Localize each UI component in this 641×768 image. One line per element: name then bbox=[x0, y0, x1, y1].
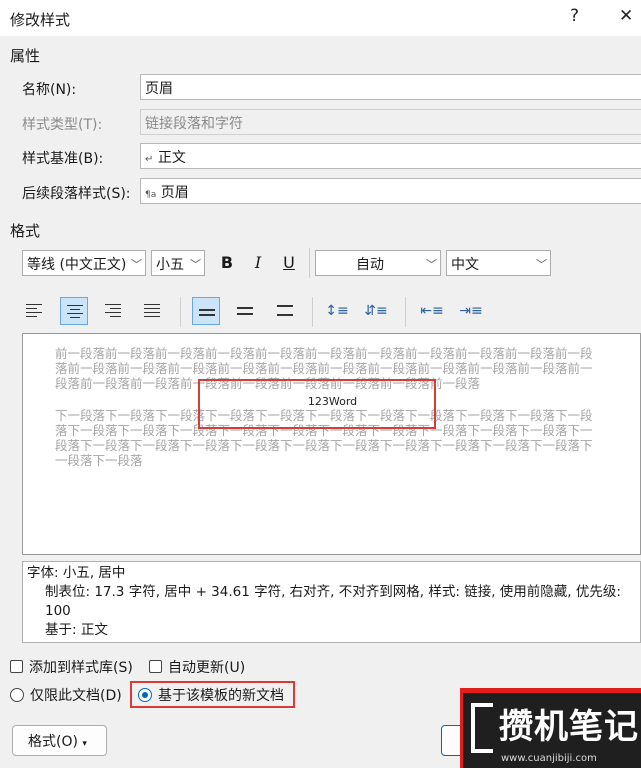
this-document-only-label: 仅限此文档(D) bbox=[30, 688, 122, 704]
next-style-value: 页眉 bbox=[160, 185, 189, 201]
style-preview: 前一段落前一段落前一段落前一段落前一段落前一段落前一段落前一段落前一段落前一段落… bbox=[22, 333, 641, 555]
decrease-spacing-button[interactable]: ⇵≡ bbox=[362, 297, 390, 325]
justify-button[interactable] bbox=[138, 297, 166, 325]
decrease-spacing-icon: ⇵≡ bbox=[364, 303, 388, 319]
format-button-label: 格式(O) bbox=[28, 734, 78, 750]
justify-icon bbox=[144, 304, 160, 320]
toolbar-separator bbox=[405, 297, 406, 327]
chevron-down-icon: ﹀ bbox=[426, 258, 437, 271]
single-spacing-button[interactable] bbox=[192, 297, 220, 325]
dialog-title: 修改样式 bbox=[10, 11, 71, 29]
underline-button[interactable]: U bbox=[276, 250, 302, 276]
auto-update-checkbox[interactable] bbox=[149, 660, 162, 673]
description-line-font: 字体: 小五, 居中 bbox=[27, 565, 126, 581]
align-right-button[interactable] bbox=[99, 297, 127, 325]
toolbar-separator bbox=[309, 248, 310, 278]
caret-down-icon: ▾ bbox=[82, 739, 87, 749]
paragraph-style-icon: ↵ bbox=[145, 154, 154, 165]
style-based-label: 样式基准(B): bbox=[22, 151, 104, 167]
decrease-indent-icon: ⇤≡ bbox=[420, 303, 444, 319]
help-button[interactable]: ? bbox=[570, 6, 579, 26]
align-left-icon bbox=[26, 304, 42, 320]
properties-section-label: 属性 bbox=[10, 47, 41, 65]
color-value: 自动 bbox=[356, 257, 384, 273]
name-label: 名称(N): bbox=[22, 82, 77, 98]
watermark-bracket-icon bbox=[471, 703, 493, 753]
align-center-button[interactable] bbox=[60, 297, 88, 325]
increase-indent-button[interactable]: ⇥≡ bbox=[457, 297, 485, 325]
watermark-title: 攒机笔记 bbox=[499, 707, 639, 747]
chevron-down-icon: ﹀ bbox=[131, 258, 142, 271]
double-spacing-button[interactable] bbox=[271, 297, 299, 325]
one-half-spacing-button[interactable] bbox=[231, 297, 259, 325]
add-to-gallery-checkbox[interactable] bbox=[10, 660, 23, 673]
increase-indent-icon: ⇥≡ bbox=[459, 303, 483, 319]
next-style-select[interactable]: ¶a 页眉 ﹀ bbox=[140, 178, 641, 204]
linked-style-icon: ¶a bbox=[145, 190, 157, 200]
align-center-icon bbox=[67, 305, 83, 321]
watermark-url: www.cuanjibiji.com bbox=[501, 753, 597, 764]
style-description: 字体: 小五, 居中 制表位: 17.3 字符, 居中 + 34.61 字符, … bbox=[22, 561, 641, 643]
font-select[interactable]: 等线 (中文正文) ﹀ bbox=[22, 250, 146, 276]
single-spacing-icon bbox=[199, 309, 215, 319]
style-based-value: 正文 bbox=[157, 150, 186, 166]
title-bar bbox=[0, 0, 641, 36]
style-based-select[interactable]: ↵ 正文 ﹀ bbox=[140, 143, 641, 169]
new-docs-template-radio[interactable] bbox=[138, 688, 152, 702]
style-type-value: 链接段落和字符 bbox=[145, 116, 243, 132]
description-line-tabs: 制表位: 17.3 字符, 居中 + 34.61 字符, 右对齐, 不对齐到网格… bbox=[45, 584, 621, 619]
bold-button[interactable]: B bbox=[214, 250, 240, 276]
auto-update-label: 自动更新(U) bbox=[168, 660, 246, 676]
increase-spacing-icon: ↕≡ bbox=[325, 303, 349, 319]
format-menu-button[interactable]: 格式(O) ▾ bbox=[12, 725, 107, 756]
script-value: 中文 bbox=[451, 257, 479, 273]
align-right-icon bbox=[105, 304, 121, 320]
script-select[interactable]: 中文 ﹀ bbox=[446, 250, 551, 276]
chevron-down-icon: ﹀ bbox=[536, 258, 547, 271]
close-button[interactable]: ✕ bbox=[619, 6, 633, 26]
style-type-label: 样式类型(T): bbox=[22, 117, 103, 133]
style-type-select: 链接段落和字符 ﹀ bbox=[140, 109, 641, 135]
size-select[interactable]: 小五 ﹀ bbox=[151, 250, 205, 276]
one-half-spacing-icon bbox=[237, 307, 253, 318]
add-to-gallery-label: 添加到样式库(S) bbox=[29, 660, 133, 676]
toolbar-separator bbox=[180, 297, 181, 327]
description-line-based-on: 基于: 正文 bbox=[45, 622, 108, 638]
align-left-button[interactable] bbox=[20, 297, 48, 325]
double-spacing-icon bbox=[277, 305, 293, 319]
color-select[interactable]: 自动 ﹀ bbox=[315, 250, 441, 276]
italic-button[interactable]: I bbox=[245, 250, 271, 276]
name-input[interactable]: 页眉 bbox=[140, 74, 641, 100]
watermark-logo: 攒机笔记 www.cuanjibiji.com bbox=[460, 688, 641, 768]
next-style-label: 后续段落样式(S): bbox=[22, 186, 131, 202]
format-section-label: 格式 bbox=[10, 222, 41, 240]
size-value: 小五 bbox=[156, 257, 184, 273]
chevron-down-icon: ﹀ bbox=[190, 258, 201, 271]
new-docs-template-label: 基于该模板的新文档 bbox=[158, 688, 284, 704]
toolbar-separator bbox=[312, 297, 313, 327]
increase-spacing-button[interactable]: ↕≡ bbox=[323, 297, 351, 325]
font-value: 等线 (中文正文) bbox=[27, 257, 127, 273]
decrease-indent-button[interactable]: ⇤≡ bbox=[418, 297, 446, 325]
highlight-box bbox=[198, 379, 436, 429]
this-document-only-radio[interactable] bbox=[10, 688, 24, 702]
